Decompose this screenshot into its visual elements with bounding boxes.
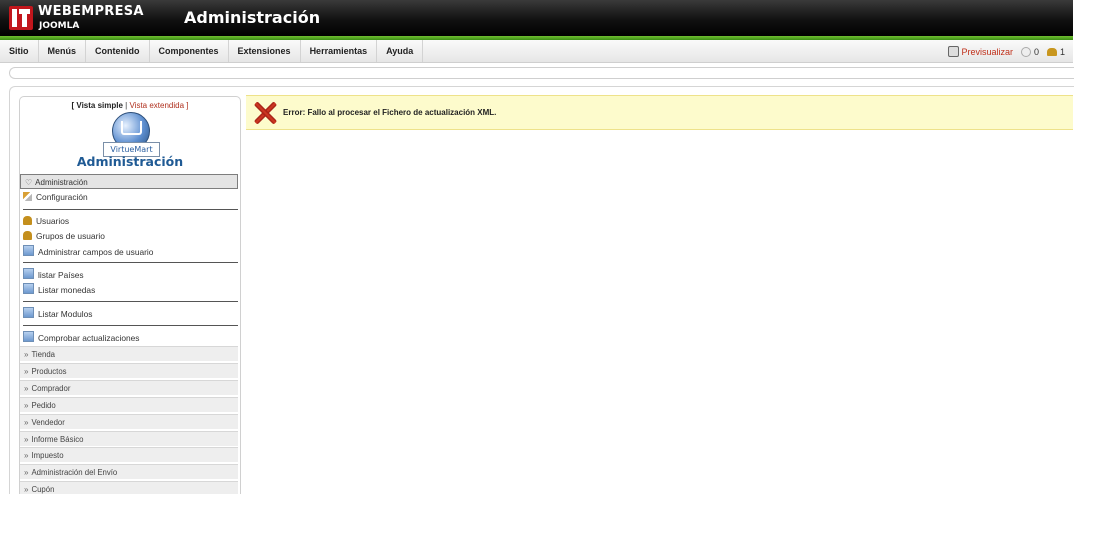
view-separator: | [125, 101, 128, 110]
heart-icon: ♡ [25, 178, 33, 187]
virtuemart-sidebar: [ Vista simple | Vista extendida ] Virtu… [19, 96, 241, 494]
sidebar-title: Administración [76, 154, 184, 169]
toolbar-strip [9, 67, 1074, 79]
messages-count[interactable]: 0 [1034, 41, 1039, 63]
link-label: listar Países [38, 270, 84, 280]
cart-icon [121, 121, 142, 135]
webempresa-logo-icon [9, 6, 33, 30]
section-label: Tienda [31, 350, 56, 359]
chevron-right-icon: » [24, 451, 29, 460]
link-modulos[interactable]: Listar Modulos [23, 307, 92, 320]
link-configuracion[interactable]: Configuración [23, 191, 88, 204]
section-label: Impuesto [31, 451, 64, 460]
simple-view-link[interactable]: [ Vista simple [72, 101, 123, 110]
menu-ayuda[interactable]: Ayuda [377, 40, 424, 62]
section-pedido[interactable]: » Pedido [20, 397, 238, 412]
menu-componentes[interactable]: Componentes [150, 40, 229, 62]
extended-view-link[interactable]: Vista extendida ] [129, 101, 188, 110]
section-vendedor[interactable]: » Vendedor [20, 414, 238, 429]
link-label: Configuración [36, 192, 88, 202]
chevron-right-icon: » [24, 350, 29, 359]
document-icon [23, 283, 34, 294]
chevron-right-icon: » [24, 367, 29, 376]
link-label: Listar Modulos [38, 309, 93, 319]
section-label: Pedido [31, 401, 56, 410]
section-envio[interactable]: » Administración del Envío [20, 464, 238, 479]
link-label: Listar monedas [38, 285, 96, 295]
brand-subtitle: JOOMLA [39, 21, 80, 31]
status-area: Previsualizar 0 1 [948, 40, 1065, 62]
chevron-right-icon: » [24, 384, 29, 393]
link-campos-usuario[interactable]: Administrar campos de usuario [23, 245, 153, 258]
top-header: WEBEMPRESA JOOMLA Administración [0, 0, 1073, 40]
brand-name: WEBEMPRESA [38, 4, 144, 19]
section-tienda[interactable]: » Tienda [20, 346, 238, 361]
link-grupos-usuario[interactable]: Grupos de usuario [23, 230, 105, 243]
menu-menus[interactable]: Menús [39, 40, 87, 62]
divider [23, 209, 238, 210]
menu-herramientas[interactable]: Herramientas [301, 40, 378, 62]
section-label: Cupón [31, 485, 55, 494]
menu-contenido[interactable]: Contenido [86, 40, 150, 62]
users-online-count: 1 [1059, 46, 1065, 57]
link-label: Comprobar actualizaciones [38, 333, 140, 343]
divider [23, 262, 238, 263]
chevron-right-icon: » [24, 468, 29, 477]
chevron-right-icon: » [24, 435, 29, 444]
page-title: Administración [184, 8, 321, 27]
link-paises[interactable]: listar Países [23, 268, 84, 281]
section-label: Vendedor [31, 418, 65, 427]
section-cupon[interactable]: » Cupón [20, 481, 238, 494]
view-switch: [ Vista simple | Vista extendida ] [20, 101, 240, 110]
link-usuarios[interactable]: Usuarios [23, 215, 69, 228]
divider [23, 325, 238, 326]
error-icon [253, 101, 277, 125]
virtuemart-logo: VirtueMart [103, 112, 160, 157]
section-label: Informe Básico [31, 435, 84, 444]
link-label: Grupos de usuario [36, 231, 105, 241]
users-online-icon [1046, 47, 1057, 56]
menu-sitio[interactable]: Sitio [0, 40, 39, 62]
link-label: Administrar campos de usuario [38, 247, 154, 257]
messages-icon[interactable] [1020, 46, 1031, 57]
users-icon [23, 216, 32, 225]
link-monedas[interactable]: Listar monedas [23, 283, 95, 296]
users-icon [23, 231, 32, 240]
error-text: Error: Fallo al procesar el Fichero de a… [283, 108, 497, 117]
section-impuesto[interactable]: » Impuesto [20, 447, 238, 462]
section-administracion[interactable]: ♡ Administración [20, 174, 238, 189]
error-message-box: Error: Fallo al procesar el Fichero de a… [246, 95, 1073, 130]
section-label: Comprador [31, 384, 71, 393]
document-icon [23, 307, 34, 318]
preview-link[interactable]: Previsualizar [961, 41, 1013, 63]
section-label: Productos [31, 367, 67, 376]
document-icon [23, 331, 34, 342]
document-icon [23, 268, 34, 279]
link-actualizaciones[interactable]: Comprobar actualizaciones [23, 331, 139, 344]
section-informe-basico[interactable]: » Informe Básico [20, 431, 238, 446]
preview-icon[interactable] [948, 46, 960, 58]
section-label: Administración del Envío [31, 468, 118, 477]
document-icon [23, 245, 34, 256]
menu-extensiones[interactable]: Extensiones [229, 40, 301, 62]
chevron-right-icon: » [24, 401, 29, 410]
main-menubar: Sitio Menús Contenido Componentes Extens… [0, 40, 1073, 63]
chevron-right-icon: » [24, 485, 29, 494]
link-label: Usuarios [36, 216, 70, 226]
section-comprador[interactable]: » Comprador [20, 380, 238, 395]
tools-icon [23, 192, 32, 201]
chevron-right-icon: » [24, 418, 29, 427]
section-label: Administración [35, 178, 88, 187]
section-productos[interactable]: » Productos [20, 363, 238, 378]
divider [23, 301, 238, 302]
